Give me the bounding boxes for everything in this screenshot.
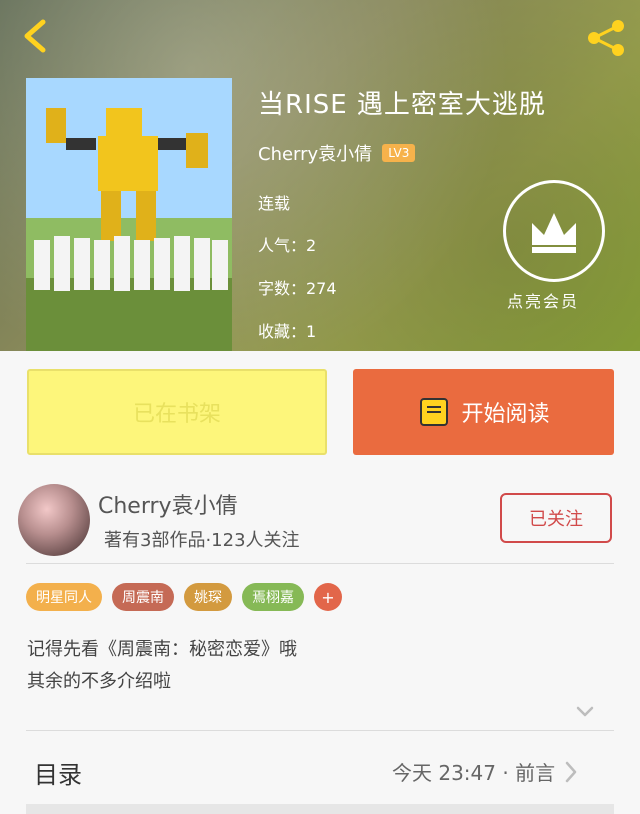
chevron-right-icon [565,761,577,782]
tag-item[interactable]: 姚琛 [184,583,232,611]
add-tag-button[interactable]: + [314,583,342,611]
divider [26,730,614,731]
book-header: 当RISE 遇上密室大逃脱 Cherry袁小倩 LV3 连载 人气：2 字数：2… [0,0,640,351]
crown-icon [532,213,576,253]
following-button[interactable]: 已关注 [500,493,612,543]
share-icon[interactable] [584,16,628,60]
toc-latest[interactable]: 今天 23:47 · 前言 [392,757,577,786]
toc-latest-text: 今天 23:47 · 前言 [392,761,556,785]
divider [26,563,614,564]
toc-title[interactable]: 目录 [34,755,82,790]
tag-item[interactable]: 明星同人 [26,583,102,611]
author-name[interactable]: Cherry袁小倩 [258,140,372,166]
tag-list: 明星同人 周震南 姚琛 焉栩嘉 + [26,583,342,611]
status-text: 连载 [258,194,291,213]
book-cover[interactable] [26,78,232,351]
tag-item[interactable]: 周震南 [112,583,174,611]
book-description: 记得先看《周震南：秘密恋爱》哦 其余的不多介绍啦 [27,634,607,698]
favorites-text: 收藏：1 [258,322,317,341]
in-bookshelf-button[interactable]: 已在书架 [27,369,327,455]
author-line[interactable]: Cherry袁小倩 LV3 [258,140,416,166]
chevron-left-icon[interactable] [18,18,52,54]
author-avatar[interactable] [18,484,90,556]
book-title: 当RISE 遇上密室大逃脱 [258,90,546,120]
description-line: 记得先看《周震南：秘密恋爱》哦 [27,639,297,660]
start-reading-button[interactable]: 开始阅读 [353,369,614,455]
bottom-bar [26,804,614,814]
chevron-down-icon[interactable] [576,706,594,718]
vip-button[interactable] [503,180,605,282]
cover-illustration [26,78,232,351]
vip-label[interactable]: 点亮会员 [507,288,579,312]
start-reading-label: 开始阅读 [461,402,550,427]
description-line: 其余的不多介绍啦 [27,671,171,692]
tag-item[interactable]: 焉栩嘉 [242,583,304,611]
level-badge: LV3 [382,144,416,162]
author-card-name[interactable]: Cherry袁小倩 [98,488,238,520]
book-icon [420,398,449,426]
author-stats: 著有3部作品·123人关注 [104,530,300,551]
popularity-text: 人气：2 [258,236,317,255]
word-count-text: 字数：274 [258,279,337,298]
